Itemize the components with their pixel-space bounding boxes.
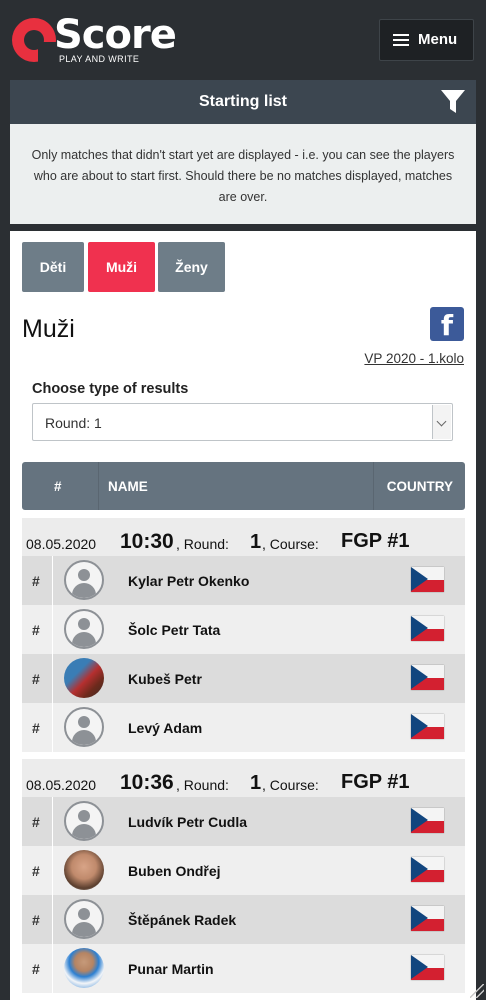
round-label: , Round:	[176, 777, 229, 793]
player-row[interactable]: # Kubeš Petr	[22, 654, 465, 703]
logo-tagline: PLAY AND WRITE	[59, 54, 140, 64]
player-number: #	[32, 863, 40, 879]
player-row[interactable]: # Ludvík Petr Cudla	[22, 797, 465, 846]
course-name: FGP #1	[341, 530, 410, 552]
cell-divider	[52, 654, 53, 703]
player-number: #	[32, 814, 40, 830]
player-name[interactable]: Punar Martin	[128, 961, 214, 977]
avatar-photo	[64, 850, 104, 890]
notice-text: Only matches that didn't start yet are d…	[10, 124, 476, 224]
chevron-down-icon	[432, 405, 451, 439]
player-row[interactable]: # Kylar Petr Okenko	[22, 556, 465, 605]
cell-divider	[52, 846, 53, 895]
column-header-name[interactable]: NAME	[108, 479, 148, 494]
player-number: #	[32, 573, 40, 589]
menu-button[interactable]: Menu	[379, 19, 474, 61]
player-name[interactable]: Levý Adam	[128, 720, 202, 736]
column-header-num: #	[54, 479, 62, 494]
cell-divider	[52, 703, 53, 752]
czech-flag-icon	[411, 906, 444, 931]
course-label: , Course:	[262, 536, 319, 552]
player-number: #	[32, 622, 40, 638]
results-type-select[interactable]: Round: 1	[32, 403, 453, 441]
cell-divider	[52, 895, 53, 944]
match-date: 08.05.2020	[26, 536, 97, 552]
player-name[interactable]: Kubeš Petr	[128, 671, 202, 687]
avatar-photo	[64, 948, 104, 988]
results-type-label: Choose type of results	[32, 381, 189, 397]
player-number: #	[32, 671, 40, 687]
main-content: Děti Muži Ženy Muži f VP 2020 - 1.kolo C…	[10, 231, 476, 1000]
cell-divider	[52, 944, 53, 993]
avatar-placeholder-icon	[64, 707, 104, 747]
select-value: Round: 1	[45, 415, 102, 431]
logo-text: Score	[54, 12, 177, 58]
top-header: Score PLAY AND WRITE Menu	[0, 0, 486, 78]
player-number: #	[32, 912, 40, 928]
match-time: 10:36	[120, 771, 174, 794]
round-number: 1	[250, 772, 262, 794]
czech-flag-icon	[411, 665, 444, 690]
match-header: 08.05.2020 10:36 , Round: 1 , Course: FG…	[22, 759, 465, 797]
avatar-photo	[64, 658, 104, 698]
course-name: FGP #1	[341, 771, 410, 793]
avatar-placeholder-icon	[64, 899, 104, 939]
czech-flag-icon	[411, 808, 444, 833]
column-header-country[interactable]: COUNTRY	[387, 479, 453, 494]
player-row[interactable]: # Buben Ondřej	[22, 846, 465, 895]
player-row[interactable]: # Štěpánek Radek	[22, 895, 465, 944]
panel-title: Starting list	[198, 93, 287, 110]
cell-divider	[52, 797, 53, 846]
match-group: 08.05.2020 10:30 , Round: 1 , Course: FG…	[22, 518, 465, 752]
player-number: #	[32, 961, 40, 977]
logo[interactable]: Score PLAY AND WRITE	[12, 12, 202, 66]
czech-flag-icon	[411, 857, 444, 882]
player-name[interactable]: Šolc Petr Tata	[128, 622, 220, 638]
column-divider	[98, 462, 99, 510]
czech-flag-icon	[411, 955, 444, 980]
round-label: , Round:	[176, 536, 229, 552]
menu-label: Menu	[418, 31, 458, 48]
czech-flag-icon	[411, 567, 444, 592]
player-name[interactable]: Kylar Petr Okenko	[128, 573, 249, 589]
resize-grip-icon[interactable]	[470, 984, 484, 998]
tab-deti[interactable]: Děti	[22, 242, 84, 292]
match-time: 10:30	[120, 530, 174, 553]
cell-divider	[52, 556, 53, 605]
player-row[interactable]: # Punar Martin	[22, 944, 465, 993]
czech-flag-icon	[411, 616, 444, 641]
match-date: 08.05.2020	[26, 777, 97, 793]
course-label: , Course:	[262, 777, 319, 793]
competition-link[interactable]: VP 2020 - 1.kolo	[364, 351, 464, 366]
match-group: 08.05.2020 10:36 , Round: 1 , Course: FG…	[22, 759, 465, 993]
cell-divider	[52, 605, 53, 654]
match-header: 08.05.2020 10:30 , Round: 1 , Course: FG…	[22, 518, 465, 556]
avatar-placeholder-icon	[64, 801, 104, 841]
tab-zeny[interactable]: Ženy	[158, 242, 225, 292]
filter-icon[interactable]	[440, 88, 466, 116]
tab-muzi[interactable]: Muži	[88, 242, 155, 292]
hamburger-icon	[393, 34, 409, 46]
player-row[interactable]: # Levý Adam	[22, 703, 465, 752]
player-name[interactable]: Štěpánek Radek	[128, 912, 236, 928]
player-number: #	[32, 720, 40, 736]
czech-flag-icon	[411, 714, 444, 739]
avatar-placeholder-icon	[64, 560, 104, 600]
facebook-share-icon[interactable]: f	[430, 307, 464, 342]
round-number: 1	[250, 531, 262, 553]
column-divider	[373, 462, 374, 510]
player-row[interactable]: # Šolc Petr Tata	[22, 605, 465, 654]
starting-list-header: Starting list	[10, 80, 476, 124]
player-name[interactable]: Buben Ondřej	[128, 863, 221, 879]
logo-mark-icon	[12, 18, 58, 64]
section-title: Muži	[22, 315, 75, 343]
avatar-placeholder-icon	[64, 609, 104, 649]
player-name[interactable]: Ludvík Petr Cudla	[128, 814, 247, 830]
table-header: # NAME COUNTRY	[22, 462, 465, 510]
